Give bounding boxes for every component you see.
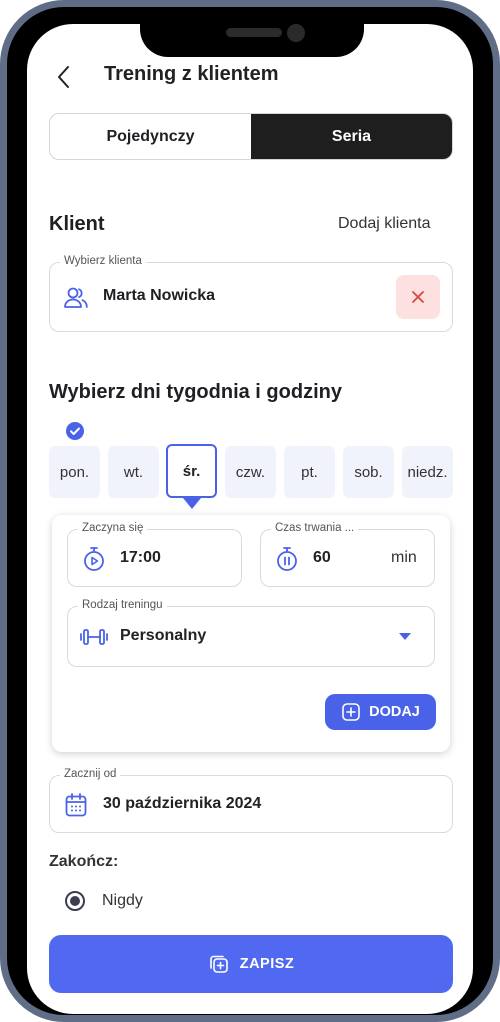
day-pointer bbox=[183, 498, 201, 509]
page-title: Trening z klientem bbox=[104, 63, 279, 85]
start-time-value: 17:00 bbox=[120, 549, 161, 566]
mode-segmented-control: Pojedynczy Seria bbox=[49, 113, 453, 160]
radio-dot bbox=[70, 896, 80, 906]
duration-value: 60 bbox=[313, 549, 331, 566]
duration-label: Czas trwania ... bbox=[271, 522, 359, 534]
start-time-field[interactable]: Zaczyna się 17:00 bbox=[67, 522, 242, 587]
camera bbox=[287, 24, 305, 42]
day-wt[interactable]: wt. bbox=[108, 446, 159, 498]
back-arrow-icon[interactable] bbox=[54, 63, 76, 91]
speaker bbox=[226, 28, 282, 37]
end-heading: Zakończ: bbox=[49, 853, 119, 870]
training-type-select[interactable]: Rodzaj treningu Personalny bbox=[67, 599, 435, 667]
end-never-radio[interactable] bbox=[65, 891, 85, 911]
save-button[interactable]: ZAPISZ bbox=[49, 935, 453, 993]
training-type-value: Personalny bbox=[120, 627, 207, 644]
day-pon[interactable]: pon. bbox=[49, 446, 100, 498]
tab-pojedynczy[interactable]: Pojedynczy bbox=[50, 114, 251, 159]
client-heading: Klient bbox=[49, 213, 105, 235]
start-time-label: Zaczyna się bbox=[78, 522, 148, 534]
client-field-label: Wybierz klienta bbox=[60, 255, 146, 267]
end-never-label[interactable]: Nigdy bbox=[102, 892, 143, 910]
start-date-value: 30 października 2024 bbox=[103, 795, 262, 812]
notch bbox=[140, 17, 364, 57]
client-select-field[interactable]: Wybierz klienta Marta Nowicka bbox=[49, 255, 453, 332]
day-niedz[interactable]: niedz. bbox=[402, 446, 453, 498]
duration-field[interactable]: Czas trwania ... 60 min bbox=[260, 522, 435, 587]
days-heading: Wybierz dni tygodnia i godziny bbox=[49, 381, 342, 403]
duration-unit: min bbox=[391, 549, 417, 566]
start-date-label: Zacznij od bbox=[60, 768, 121, 780]
client-name: Marta Nowicka bbox=[103, 287, 216, 304]
dumbbell-icon bbox=[80, 627, 108, 647]
clear-client-button[interactable] bbox=[396, 275, 440, 319]
day-sob[interactable]: sob. bbox=[343, 446, 394, 498]
save-label: ZAPISZ bbox=[239, 956, 295, 972]
day-pt[interactable]: pt. bbox=[284, 446, 335, 498]
copy-add-icon bbox=[208, 953, 230, 975]
start-date-field[interactable]: Zacznij od 30 października 2024 bbox=[49, 768, 453, 833]
plus-square-icon bbox=[341, 702, 361, 722]
timer-pause-icon bbox=[275, 546, 299, 572]
close-icon bbox=[411, 290, 425, 304]
add-slot-label: DODAJ bbox=[369, 704, 420, 720]
check-icon bbox=[66, 422, 84, 440]
day-sr[interactable]: śr. bbox=[166, 444, 217, 498]
timer-play-icon bbox=[82, 546, 106, 572]
dropdown-arrow-icon[interactable] bbox=[399, 633, 411, 640]
add-slot-button[interactable]: DODAJ bbox=[325, 694, 436, 730]
users-icon bbox=[63, 285, 89, 311]
day-czw[interactable]: czw. bbox=[225, 446, 276, 498]
training-type-label: Rodzaj treningu bbox=[78, 599, 167, 611]
tab-seria[interactable]: Seria bbox=[251, 114, 452, 159]
add-client-link[interactable]: Dodaj klienta bbox=[338, 215, 431, 233]
calendar-icon bbox=[65, 793, 87, 817]
